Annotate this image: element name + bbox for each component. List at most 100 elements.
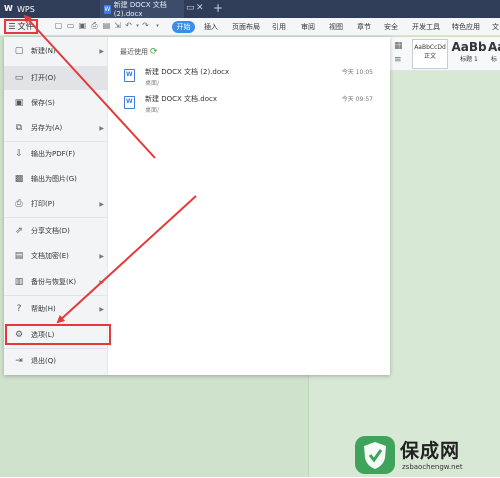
- menu-item-backup[interactable]: ▥ 备份与恢复(K) ▶: [4, 271, 108, 293]
- menu-item-save[interactable]: ▣ 保存(S): [4, 92, 108, 114]
- folder-open-icon: ▭: [14, 73, 24, 83]
- recent-file-item[interactable]: 新建 DOCX 文档.docx 桌面/ 今天 09:57: [120, 94, 385, 120]
- backup-icon: ▥: [14, 277, 24, 287]
- print-preview-icon[interactable]: ▤: [102, 21, 111, 31]
- menu-item-new[interactable]: ▢ 新建(N) ▶: [4, 40, 108, 62]
- menu-divider: [4, 295, 108, 296]
- style-heading-1-label: 标题 1: [460, 56, 478, 63]
- export-icon[interactable]: ⇲: [113, 21, 122, 31]
- styles-gallery: ▦ ≡ AaBbCcDd 正文 AaBb 标题 1 AaI 标: [388, 37, 500, 71]
- refresh-icon[interactable]: ⟳: [150, 47, 158, 57]
- menu-item-help[interactable]: ? 帮助(H) ▶: [4, 298, 108, 320]
- close-tab-icon[interactable]: ✕: [196, 3, 204, 13]
- tab-security[interactable]: 安全: [384, 22, 398, 32]
- file-menu-button[interactable]: ☰ 文件: [4, 19, 38, 34]
- tab-features[interactable]: 特色应用: [452, 22, 480, 32]
- recent-file-path: 桌面/: [145, 80, 160, 87]
- docx-file-icon: [124, 96, 135, 109]
- tab-developer[interactable]: 开发工具: [412, 22, 440, 32]
- submenu-arrow-icon: ▶: [99, 305, 104, 313]
- menu-divider: [4, 217, 108, 218]
- docx-file-icon: [124, 69, 135, 82]
- image-icon: ▩: [14, 174, 24, 184]
- recent-file-time: 今天 09:57: [341, 96, 373, 103]
- tab-insert[interactable]: 插入: [204, 22, 218, 32]
- wps-tab-label: WPS: [17, 4, 35, 14]
- exit-icon: ⇥: [15, 356, 23, 366]
- style-heading-2[interactable]: AaI 标: [488, 39, 500, 69]
- submenu-arrow-icon: ▶: [99, 278, 104, 286]
- file-menu-label: 文件: [17, 22, 34, 31]
- new-icon: ▢: [14, 46, 24, 56]
- hamburger-icon: ☰: [8, 22, 16, 31]
- submenu-arrow-icon: ▶: [99, 200, 104, 208]
- save-quick-icon[interactable]: ▣: [78, 21, 87, 31]
- ribbon-tabs: ☰ 文件 ▢ ▭ ▣ ⎙ ▤ ⇲ ↶ ▾ ↷ ▾ 开始 插入 页面布局 引用 审…: [0, 18, 500, 36]
- document-tab-label: 新建 DOCX 文档 (2).docx: [113, 1, 167, 18]
- tab-view[interactable]: 视图: [329, 22, 343, 32]
- style-normal-label: 正文: [423, 53, 436, 60]
- menu-item-backup-label: 备份与恢复(K): [31, 278, 77, 286]
- undo-icon[interactable]: ↶: [124, 21, 133, 31]
- new-doc-icon[interactable]: ▢: [54, 21, 63, 31]
- help-icon: ?: [16, 304, 22, 314]
- tab-start[interactable]: 开始: [172, 21, 195, 33]
- document-tab[interactable]: W 新建 DOCX 文档 (2).docx: [100, 0, 184, 18]
- recent-file-time: 今天 10:05: [341, 69, 373, 76]
- menu-item-exit[interactable]: ⇥ 退出(Q): [4, 350, 108, 372]
- menu-item-open[interactable]: ▭ 打开(O): [4, 66, 108, 90]
- title-bar: W WPS W 新建 DOCX 文档 (2).docx ▭ ✕ +: [0, 0, 500, 18]
- menu-item-export-image-label: 输出为图片(G): [31, 175, 77, 183]
- open-folder-icon[interactable]: ▭: [66, 21, 75, 31]
- menu-item-print[interactable]: ⎙ 打印(P) ▶: [4, 193, 108, 215]
- print-quick-icon[interactable]: ⎙: [90, 21, 99, 31]
- tab-page-layout[interactable]: 页面布局: [232, 22, 260, 32]
- tab-more[interactable]: 文: [492, 22, 499, 32]
- watermark-url: zsbaochengw.net: [402, 463, 463, 471]
- tab-review[interactable]: 审阅: [301, 22, 315, 32]
- share-icon: ⇗: [15, 226, 23, 236]
- recent-files-title-label: 最近使用: [120, 48, 148, 56]
- new-tab-button[interactable]: +: [213, 1, 223, 15]
- menu-item-export-pdf[interactable]: ⇩ 输出为PDF(F): [4, 143, 108, 165]
- tab-references[interactable]: 引用: [272, 22, 286, 32]
- recent-file-item[interactable]: 新建 DOCX 文档 (2).docx 桌面/ 今天 10:05: [120, 67, 385, 93]
- tab-chapter[interactable]: 章节: [357, 22, 371, 32]
- file-menu-panel: ▢ 新建(N) ▶ ▭ 打开(O) ▣ 保存(S) ⧉ 另存为(A) ▶ ⇩ 输…: [4, 37, 390, 375]
- menu-item-encrypt[interactable]: ▤ 文档加密(E) ▶: [4, 245, 108, 267]
- menu-item-save-label: 保存(S): [31, 99, 55, 107]
- recent-file-name: 新建 DOCX 文档 (2).docx: [145, 68, 230, 76]
- style-normal[interactable]: AaBbCcDd 正文: [412, 39, 448, 69]
- menu-item-new-label: 新建(N): [31, 47, 56, 55]
- grid-icon[interactable]: ▦: [394, 41, 403, 51]
- redo-icon[interactable]: ↷: [141, 21, 150, 31]
- style-heading-2-label: 标: [490, 56, 497, 63]
- menu-item-export-pdf-label: 输出为PDF(F): [31, 150, 76, 158]
- encrypt-icon: ▤: [14, 251, 24, 261]
- docx-icon: W: [104, 4, 111, 14]
- site-watermark: 保成网 zsbaochengw.net: [355, 436, 498, 476]
- wps-home-tab[interactable]: W WPS: [0, 0, 60, 18]
- menu-item-print-label: 打印(P): [31, 200, 55, 208]
- menu-item-save-as-label: 另存为(A): [31, 124, 63, 132]
- menu-item-encrypt-label: 文档加密(E): [31, 252, 69, 260]
- pdf-icon: ⇩: [15, 149, 23, 159]
- submenu-arrow-icon: ▶: [99, 252, 104, 260]
- menu-divider: [4, 141, 108, 142]
- style-heading-1-sample: AaBb: [451, 40, 487, 54]
- print-icon: ⎙: [15, 199, 23, 209]
- align-icon[interactable]: ≡: [394, 55, 402, 65]
- style-heading-1[interactable]: AaBb 标题 1: [450, 39, 488, 69]
- recent-file-name: 新建 DOCX 文档.docx: [145, 95, 217, 103]
- menu-item-share-label: 分享文档(D): [31, 227, 70, 235]
- window-icon[interactable]: ▭: [186, 3, 195, 13]
- menu-item-export-image[interactable]: ▩ 输出为图片(G): [4, 168, 108, 190]
- options-highlight-box: [5, 324, 111, 345]
- save-icon: ▣: [14, 98, 24, 108]
- submenu-arrow-icon: ▶: [99, 47, 104, 55]
- watermark-title: 保成网: [400, 440, 461, 462]
- recent-file-path: 桌面/: [145, 107, 160, 114]
- menu-item-share[interactable]: ⇗ 分享文档(D): [4, 220, 108, 242]
- customize-dropdown-icon[interactable]: ▾: [153, 21, 162, 31]
- menu-item-save-as[interactable]: ⧉ 另存为(A) ▶: [4, 117, 108, 139]
